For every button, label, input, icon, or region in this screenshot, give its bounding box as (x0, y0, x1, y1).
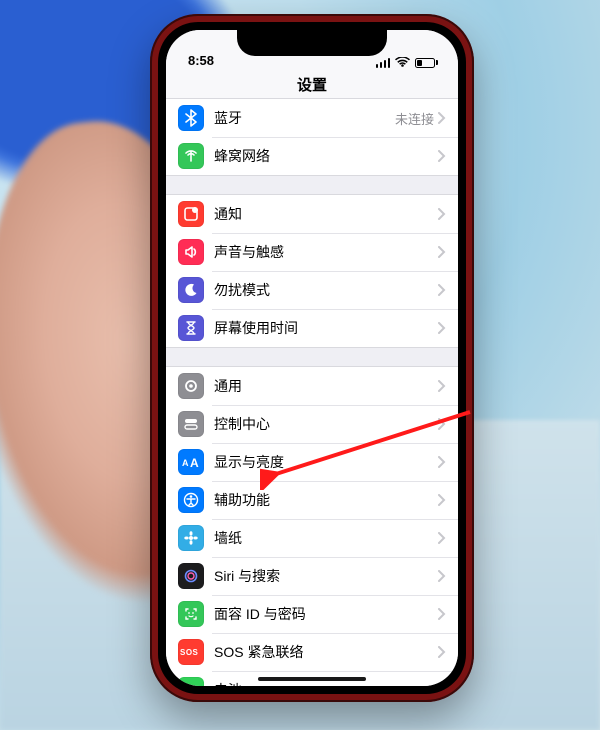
battery-icon (415, 58, 438, 68)
chevron-right-icon (438, 418, 446, 430)
row-screentime[interactable]: 屏幕使用时间 (166, 309, 458, 347)
moon-icon (178, 277, 204, 303)
row-label: 通知 (214, 204, 438, 224)
faceid-icon (178, 601, 204, 627)
row-label: 辅助功能 (214, 490, 438, 510)
settings-group-general: 通用 控制中心 AA 显示与亮度 (166, 366, 458, 686)
notifications-icon (178, 201, 204, 227)
chevron-right-icon (438, 112, 446, 124)
text-size-icon: AA (178, 449, 204, 475)
row-notifications[interactable]: 通知 (166, 195, 458, 233)
row-wallpaper[interactable]: 墙纸 (166, 519, 458, 557)
chevron-right-icon (438, 456, 446, 468)
row-label: 屏幕使用时间 (214, 318, 438, 338)
chevron-right-icon (438, 150, 446, 162)
row-label: 蜂窝网络 (214, 146, 438, 166)
chevron-right-icon (438, 684, 446, 686)
speaker-icon (178, 239, 204, 265)
row-sounds[interactable]: 声音与触感 (166, 233, 458, 271)
row-label: 面容 ID 与密码 (214, 604, 438, 624)
row-sos[interactable]: SOS SOS 紧急联络 (166, 633, 458, 671)
notch (237, 30, 387, 56)
row-dnd[interactable]: 勿扰模式 (166, 271, 458, 309)
settings-group-connectivity: 蓝牙 未连接 蜂窝网络 (166, 98, 458, 176)
wifi-icon (395, 57, 410, 68)
chevron-right-icon (438, 380, 446, 392)
row-label: Siri 与搜索 (214, 566, 438, 586)
row-detail: 未连接 (395, 109, 434, 128)
chevron-right-icon (438, 532, 446, 544)
row-accessibility[interactable]: 辅助功能 (166, 481, 458, 519)
row-label: 声音与触感 (214, 242, 438, 262)
status-time: 8:58 (188, 53, 214, 68)
row-label: 显示与亮度 (214, 452, 438, 472)
row-display[interactable]: AA 显示与亮度 (166, 443, 458, 481)
row-label: 勿扰模式 (214, 280, 438, 300)
chevron-right-icon (438, 646, 446, 658)
battery-row-icon (178, 677, 204, 686)
row-label: 墙纸 (214, 528, 438, 548)
bluetooth-icon (178, 105, 204, 131)
flower-icon (178, 525, 204, 551)
row-label: SOS 紧急联络 (214, 642, 438, 662)
chevron-right-icon (438, 322, 446, 334)
accessibility-icon (178, 487, 204, 513)
chevron-right-icon (438, 570, 446, 582)
cellular-signal-icon (376, 58, 391, 68)
home-indicator[interactable] (258, 677, 366, 681)
row-siri[interactable]: Siri 与搜索 (166, 557, 458, 595)
chevron-right-icon (438, 284, 446, 296)
row-bluetooth[interactable]: 蓝牙 未连接 (166, 99, 458, 137)
siri-icon (178, 563, 204, 589)
toggle-icon (178, 411, 204, 437)
row-label: 控制中心 (214, 414, 438, 434)
screen: 8:58 (166, 30, 458, 686)
svg-text:SOS: SOS (180, 648, 199, 657)
row-label: 通用 (214, 376, 438, 396)
phone-frame: 8:58 (150, 14, 474, 702)
chevron-right-icon (438, 246, 446, 258)
row-cellular[interactable]: 蜂窝网络 (166, 137, 458, 175)
row-general[interactable]: 通用 (166, 367, 458, 405)
antenna-icon (178, 143, 204, 169)
row-label: 蓝牙 (214, 108, 395, 128)
settings-group-alerts: 通知 声音与触感 勿扰模式 (166, 194, 458, 348)
chevron-right-icon (438, 494, 446, 506)
row-control-center[interactable]: 控制中心 (166, 405, 458, 443)
svg-text:A: A (190, 456, 199, 469)
gear-icon (178, 373, 204, 399)
row-faceid[interactable]: 面容 ID 与密码 (166, 595, 458, 633)
hourglass-icon (178, 315, 204, 341)
settings-list[interactable]: 蓝牙 未连接 蜂窝网络 (166, 98, 458, 686)
svg-text:A: A (182, 458, 189, 468)
sos-icon: SOS (178, 639, 204, 665)
chevron-right-icon (438, 208, 446, 220)
chevron-right-icon (438, 608, 446, 620)
